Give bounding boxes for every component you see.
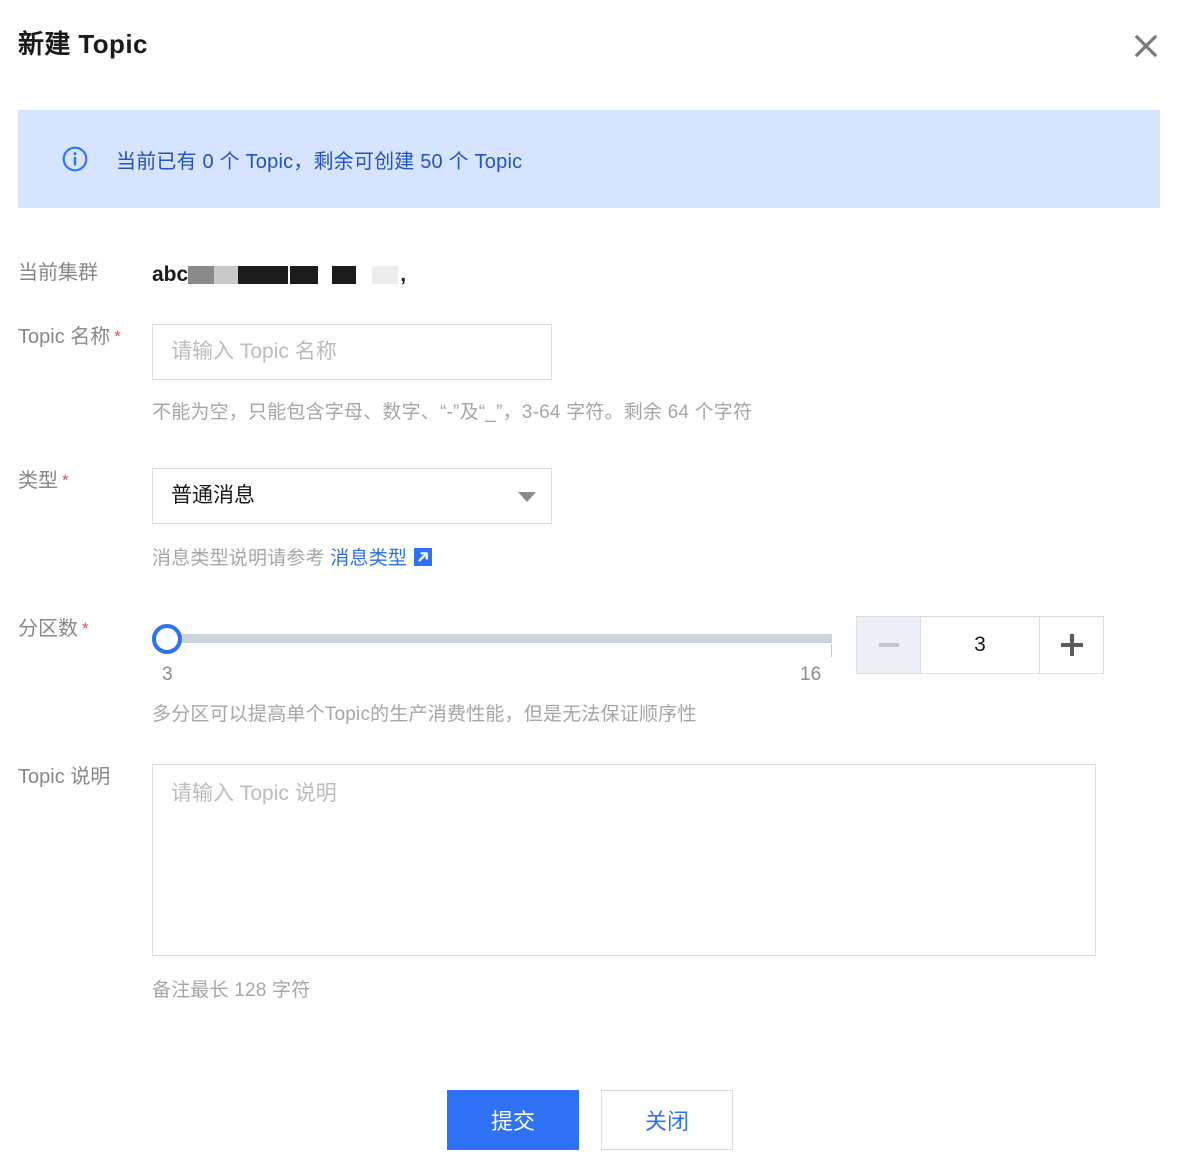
banner-text: 当前已有 0 个 Topic，剩余可创建 50 个 Topic: [116, 150, 523, 173]
description-field: 备注最长 128 字符: [152, 764, 1180, 1004]
external-link-icon[interactable]: [413, 547, 433, 567]
redaction-block: [188, 266, 215, 285]
form-row-cluster: 当前集群 abc,: [0, 208, 1180, 290]
type-helper-prefix: 消息类型说明请参考: [152, 548, 325, 569]
partitions-increment-button[interactable]: [1039, 617, 1103, 673]
redaction-block: [238, 266, 289, 285]
required-asterisk: *: [82, 619, 89, 638]
page-title: 新建 Topic: [18, 29, 148, 59]
description-label: Topic 说明: [18, 766, 111, 788]
redaction-block: [214, 266, 239, 285]
slider-min-label: 3: [162, 664, 173, 685]
partitions-slider-area: 3 16 3: [152, 616, 1180, 694]
description-helper: 备注最长 128 字符: [152, 980, 311, 1001]
topic-name-label-text: Topic 名称: [18, 326, 111, 348]
partitions-decrement-button[interactable]: [857, 617, 921, 673]
info-banner: 当前已有 0 个 Topic，剩余可创建 50 个 Topic: [18, 110, 1160, 208]
form-row-topic-name: Topic 名称* 不能为空，只能包含字母、数字、“-”及“_”，3-64 字符…: [0, 290, 1180, 426]
submit-button[interactable]: 提交: [447, 1090, 579, 1150]
type-label-text: 类型: [18, 470, 58, 492]
slider-max-tick: [831, 644, 832, 657]
type-field: 普通消息 消息类型说明请参考 消息类型: [152, 468, 1180, 572]
partitions-label-text: 分区数: [18, 618, 78, 640]
partitions-label: 分区数 *: [0, 616, 152, 728]
form-row-description: Topic 说明 备注最长 128 字符: [0, 728, 1180, 1004]
partitions-stepper: 3: [856, 616, 1104, 674]
slider-max-label: 16: [800, 664, 822, 685]
topic-name-helper: 不能为空，只能包含字母、数字、“-”及“_”，3-64 字符。剩余 64 个字符: [152, 402, 753, 423]
redaction-block: [290, 266, 319, 285]
type-label: 类型 *: [0, 468, 152, 572]
info-circle-icon: [62, 146, 88, 172]
close-dialog-button[interactable]: 关闭: [601, 1090, 733, 1150]
type-helper: 消息类型说明请参考 消息类型: [152, 546, 1180, 572]
required-asterisk: *: [62, 471, 69, 490]
cluster-label: 当前集群: [18, 262, 98, 284]
partitions-value[interactable]: 3: [921, 617, 1039, 673]
topic-name-label: Topic 名称 *: [0, 324, 152, 426]
cluster-field: abc,: [152, 260, 1180, 290]
description-textarea[interactable]: [152, 764, 1096, 956]
redaction-block: [332, 266, 357, 285]
redaction-block: [372, 266, 399, 285]
topic-name-field: 不能为空，只能包含字母、数字、“-”及“_”，3-64 字符。剩余 64 个字符: [152, 324, 1180, 426]
close-button[interactable]: [1126, 26, 1166, 66]
plus-icon: [1060, 634, 1083, 656]
partitions-helper: 多分区可以提高单个Topic的生产消费性能，但是无法保证顺序性: [152, 704, 697, 725]
required-asterisk: *: [114, 327, 121, 346]
cluster-value-prefix: abc: [152, 263, 189, 286]
minus-icon: [878, 643, 899, 647]
partitions-field: 3 16 3 多分区可以提高单个Topic的生产消费性能，但是无法保证顺序性: [152, 616, 1180, 728]
message-type-link[interactable]: 消息类型: [330, 548, 407, 569]
slider-track[interactable]: [166, 634, 832, 643]
dialog-header: 新建 Topic: [0, 0, 1180, 88]
form-row-type: 类型 * 普通消息 消息类型说明请参考 消息类型: [0, 426, 1180, 572]
cluster-value-tail: ,: [400, 263, 407, 286]
close-icon: [1134, 34, 1158, 58]
create-topic-form: 当前集群 abc, Topic 名称* 不能为空，只能包含字母、数字、“-”及“…: [0, 208, 1180, 1004]
type-select-wrap: 普通消息: [152, 468, 552, 524]
form-row-partitions: 分区数 * 3 16 3 多分区可以提高单个Topic的生产消费性能，但是无法保…: [0, 572, 1180, 728]
slider-handle[interactable]: [152, 624, 182, 654]
cluster-value: abc,: [152, 260, 1180, 290]
type-select[interactable]: 普通消息: [152, 468, 552, 524]
topic-name-input[interactable]: [152, 324, 552, 380]
dialog-footer: 提交 关闭: [0, 1090, 1180, 1150]
